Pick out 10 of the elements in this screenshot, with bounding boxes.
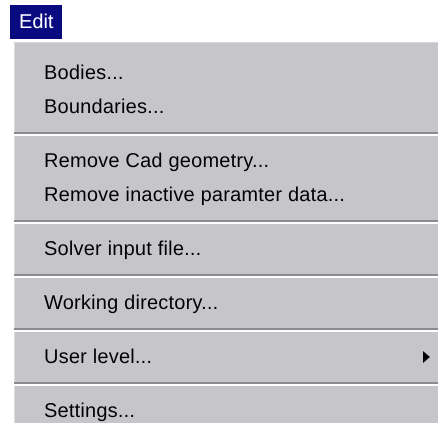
submenu-arrow-icon <box>423 351 430 363</box>
menu-item[interactable]: User level... <box>44 346 152 368</box>
menu-item[interactable]: Remove inactive paramter data... <box>44 184 345 206</box>
menu-item[interactable]: Boundaries... <box>44 96 164 118</box>
menu-title[interactable]: Edit <box>10 5 62 39</box>
menu-item[interactable]: Solver input file... <box>44 238 202 260</box>
menu-item[interactable]: Settings... <box>44 400 136 422</box>
menu-item[interactable]: Working directory... <box>44 292 218 314</box>
menu-item[interactable]: Bodies... <box>44 62 124 84</box>
menu-item[interactable]: Remove Cad geometry... <box>44 150 270 172</box>
